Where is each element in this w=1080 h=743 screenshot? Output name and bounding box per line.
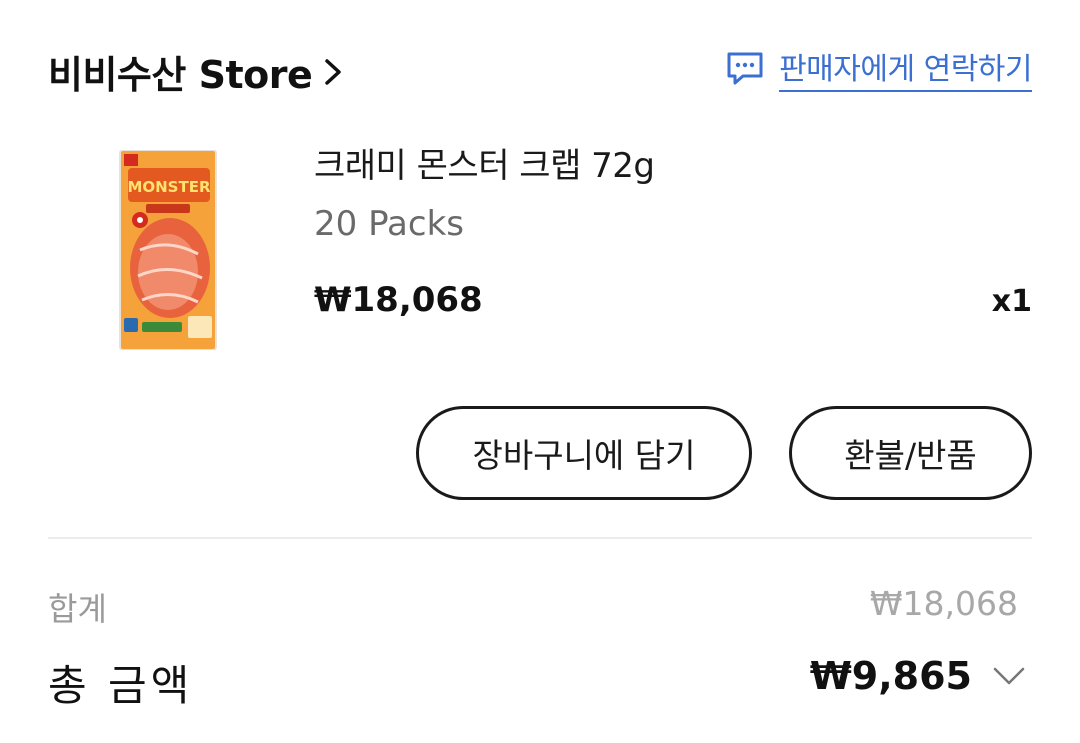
refund-return-button[interactable]: 환불/반품	[789, 406, 1032, 500]
subtotal-value: ₩18,068	[869, 584, 1018, 623]
product-option: 20 Packs	[314, 204, 464, 244]
product-thumbnail[interactable]: MONSTER	[118, 150, 218, 350]
chevron-down-icon	[993, 667, 1025, 685]
product-price: ₩18,068	[314, 280, 483, 320]
store-name: 비비수산 Store	[48, 53, 313, 97]
chevron-right-icon	[325, 58, 341, 85]
divider	[48, 537, 1032, 539]
add-to-cart-button[interactable]: 장바구니에 담기	[416, 406, 752, 500]
thumbnail-logo-text: MONSTER	[127, 178, 211, 196]
product-name[interactable]: 크래미 몬스터 크랩 72g	[314, 138, 655, 187]
store-header: 비비수산 Store 판매자에게 연락하기	[48, 40, 1032, 99]
total-label: 총 금액	[48, 661, 194, 710]
total-amount-toggle[interactable]: ₩9,865	[810, 654, 1026, 698]
product-quantity: x1	[991, 284, 1032, 319]
contact-seller-link[interactable]: 판매자에게 연락하기	[725, 44, 1032, 92]
product-item: MONSTER 크래미 몬스터 크랩 72g 20 Packs ₩18,068 …	[48, 126, 1032, 366]
total-value: ₩9,865	[809, 654, 972, 698]
subtotal-label: 합계	[48, 590, 107, 628]
chat-icon	[727, 52, 763, 85]
contact-seller-label: 판매자에게 연락하기	[779, 44, 1032, 92]
store-link[interactable]: 비비수산 Store	[48, 44, 344, 99]
